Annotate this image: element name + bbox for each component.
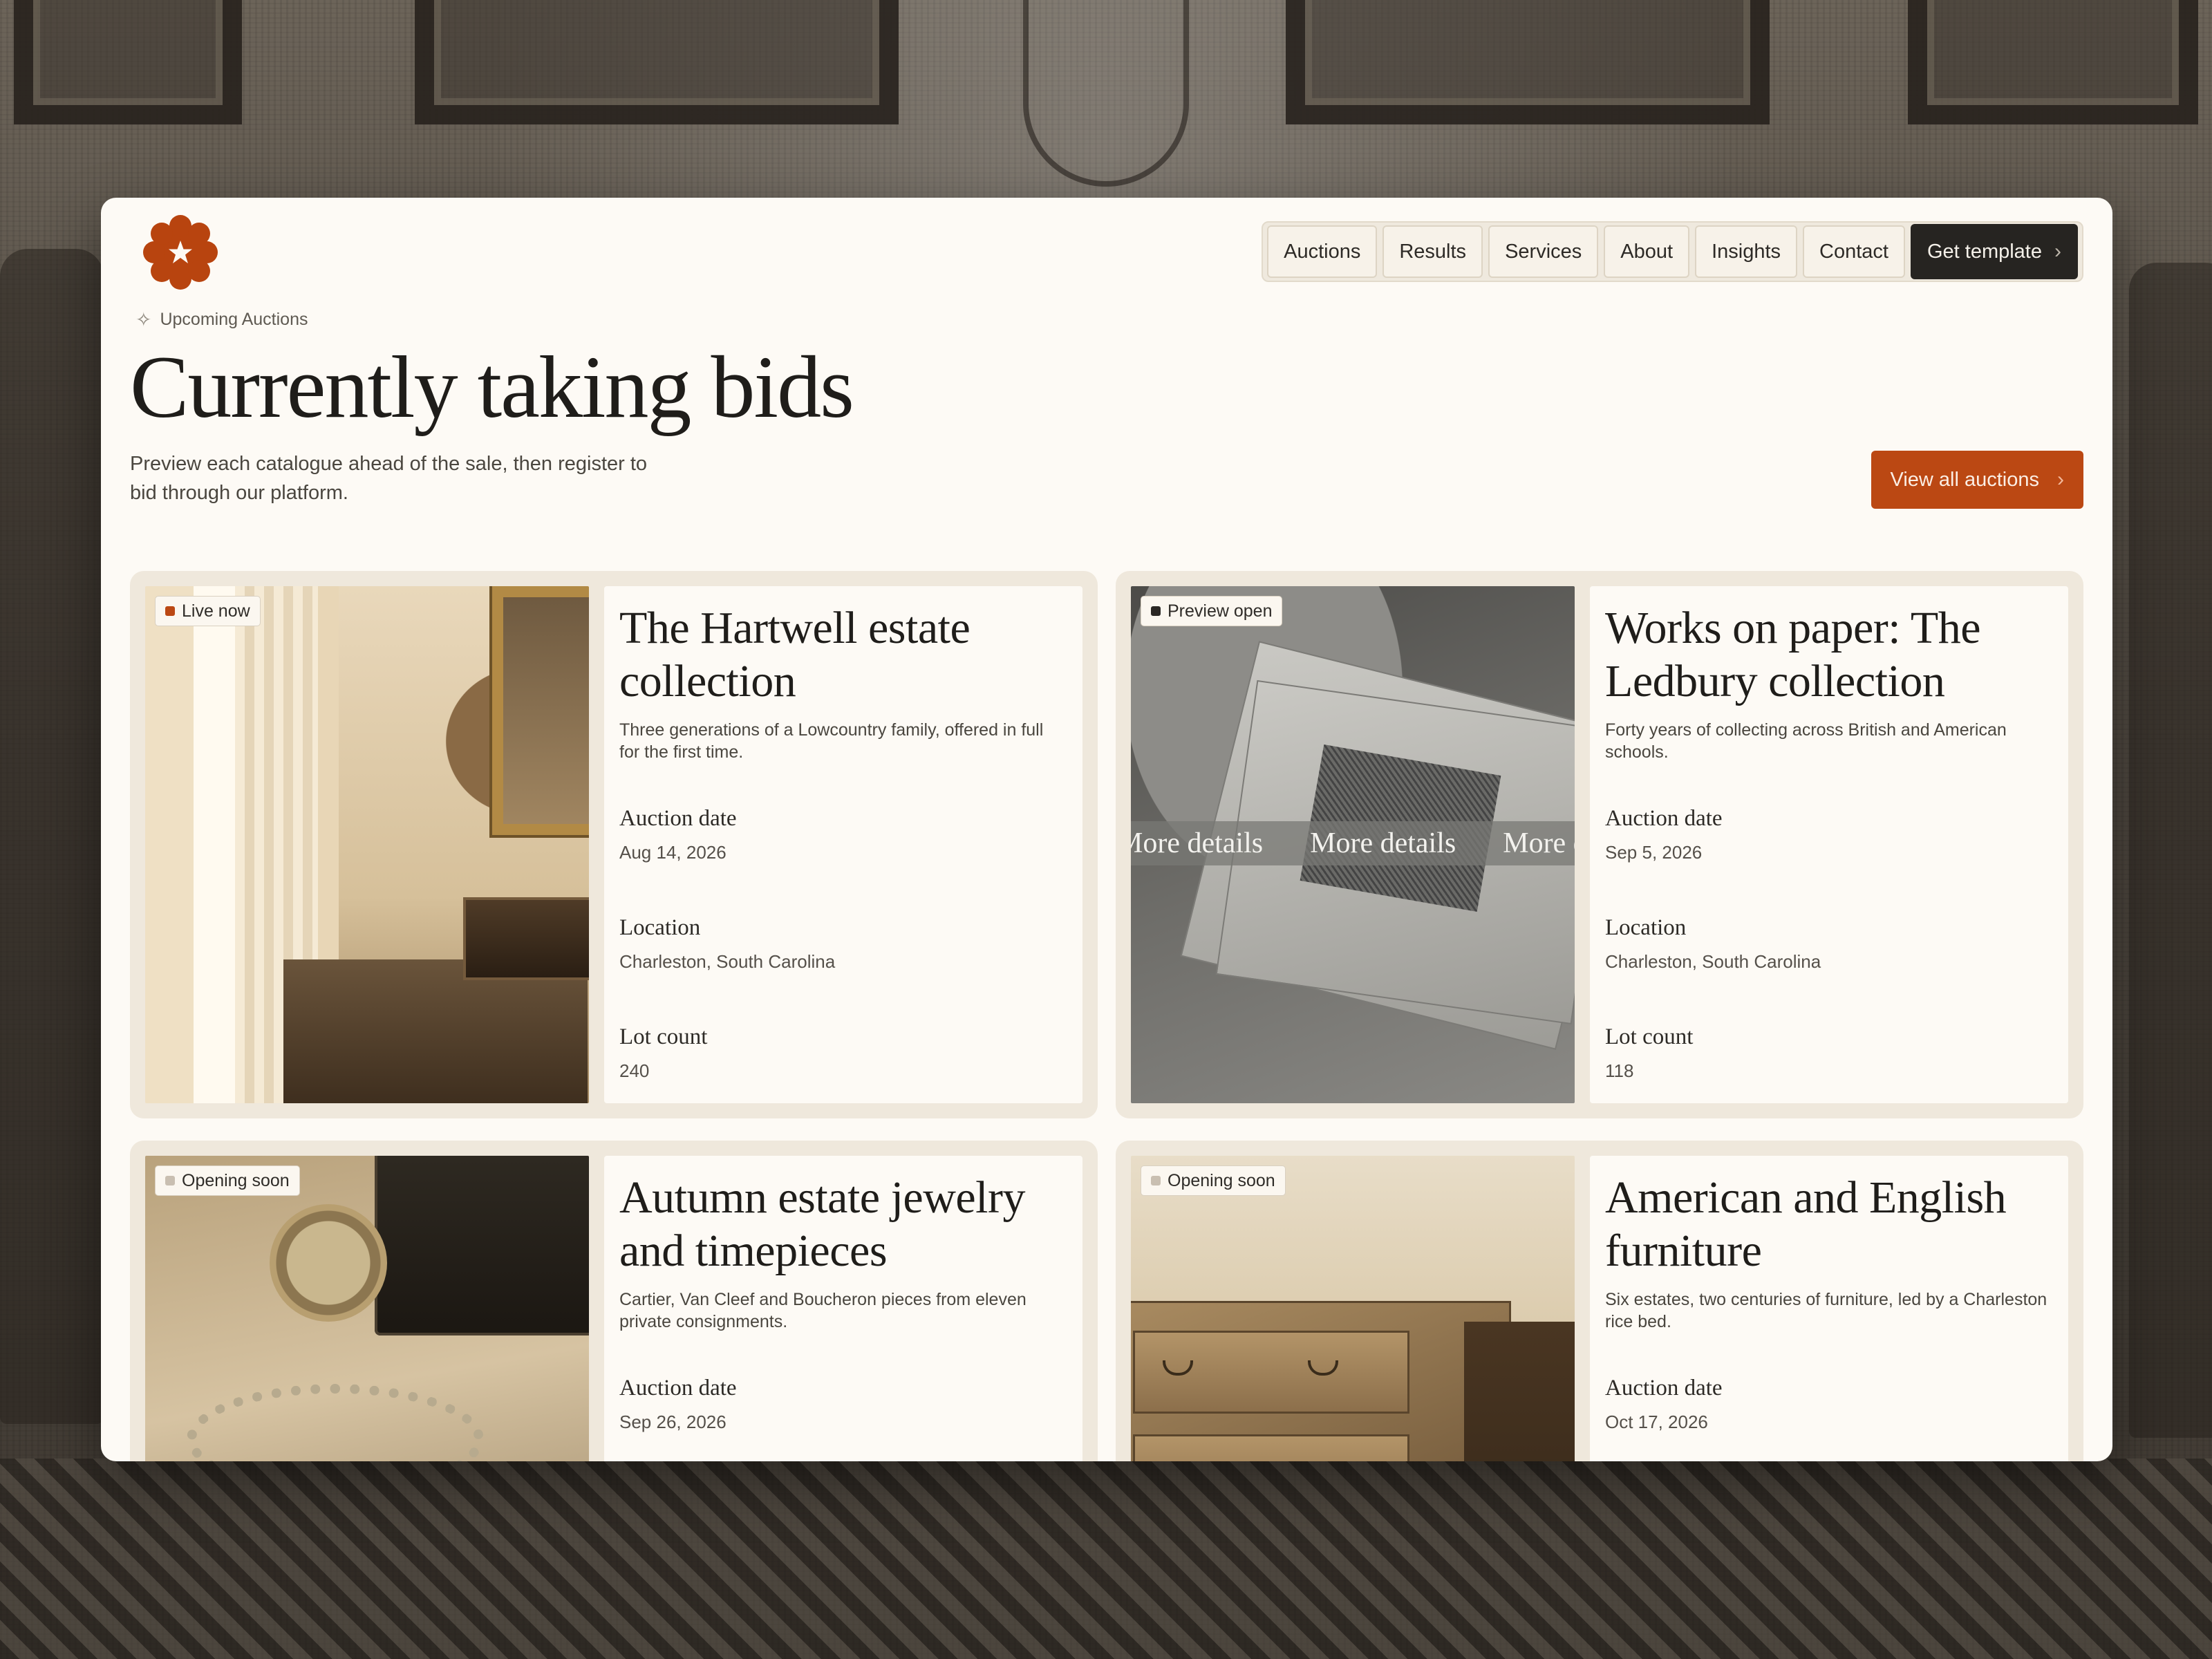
background-chandelier xyxy=(1023,0,1189,187)
status-badge-label: Opening soon xyxy=(182,1170,290,1190)
nav-item-services[interactable]: Services xyxy=(1488,225,1599,278)
get-template-label: Get template xyxy=(1927,240,2042,263)
auction-date-value: Sep 5, 2026 xyxy=(1605,842,1703,863)
nav-item-about[interactable]: About xyxy=(1604,225,1690,278)
auction-card-ledbury[interactable]: More details More details More details P… xyxy=(1116,571,2083,1118)
page-title: Currently taking bids xyxy=(130,338,854,436)
image-detail xyxy=(1133,1331,1409,1414)
status-badge-label: Live now xyxy=(182,601,250,621)
auction-card-jewelry[interactable]: Opening soon Autumn estate jewelry and t… xyxy=(130,1141,1098,1461)
auction-description: Forty years of collecting across British… xyxy=(1605,720,2007,762)
image-detail xyxy=(1131,1301,1511,1461)
auction-description: Cartier, Van Cleef and Boucheron pieces … xyxy=(619,1290,1027,1331)
more-details-text: More details xyxy=(1131,827,1264,859)
sparkle-icon: ✧ xyxy=(135,309,152,330)
top-navigation: Auctions Results Services About Insights… xyxy=(1262,221,2083,282)
view-all-auctions-button[interactable]: View all auctions › xyxy=(1871,451,2083,509)
auction-date-value: Aug 14, 2026 xyxy=(619,842,727,863)
image-detail xyxy=(1308,1360,1338,1376)
auction-date-label: Auction date xyxy=(1605,806,1723,831)
status-badge: Live now xyxy=(155,596,261,626)
background-floor xyxy=(0,1459,2212,1659)
nav-item-contact[interactable]: Contact xyxy=(1803,225,1905,278)
background-frame xyxy=(415,0,899,124)
auction-date-value: Sep 26, 2026 xyxy=(619,1412,727,1432)
auction-date-value: Oct 17, 2026 xyxy=(1605,1412,1708,1432)
eyebrow-label: Upcoming Auctions xyxy=(160,310,308,329)
image-detail xyxy=(463,897,589,980)
auction-title: Autumn estate jewelry and timepieces xyxy=(619,1172,1025,1276)
image-detail xyxy=(375,1156,589,1335)
background-frame xyxy=(1286,0,1770,124)
lot-count-label: Lot count xyxy=(619,1024,708,1049)
section-eyebrow: ✧ Upcoming Auctions xyxy=(135,308,308,331)
auction-card-hartwell[interactable]: Live now The Hartwell estate collection … xyxy=(130,571,1098,1118)
auction-description: Six estates, two centuries of furniture,… xyxy=(1605,1290,2047,1331)
image-detail xyxy=(187,1384,484,1461)
background-frame xyxy=(14,0,242,124)
lot-count-value: 240 xyxy=(619,1060,650,1081)
auction-title: The Hartwell estate collection xyxy=(619,603,971,706)
more-details-text: More details xyxy=(1310,827,1456,859)
auction-card-furniture[interactable]: Opening soon American and English furnit… xyxy=(1116,1141,2083,1461)
chevron-right-icon: › xyxy=(2057,468,2064,491)
lot-count-value: 118 xyxy=(1605,1060,1634,1081)
auction-date-label: Auction date xyxy=(619,806,737,831)
background-pillar xyxy=(0,249,104,1424)
image-detail xyxy=(270,1204,387,1322)
chevron-right-icon: › xyxy=(2054,240,2061,263)
location-value: Charleston, South Carolina xyxy=(619,951,836,972)
get-template-button[interactable]: Get template › xyxy=(1910,224,2078,279)
intro-text: Preview each catalogue ahead of the sale… xyxy=(130,453,648,504)
image-detail xyxy=(1133,1434,1409,1461)
status-dot-icon xyxy=(1151,606,1161,616)
image-detail xyxy=(492,586,589,835)
logo-icon[interactable] xyxy=(142,214,218,290)
status-dot-icon xyxy=(1151,1176,1161,1185)
status-dot-icon xyxy=(165,606,175,616)
auction-image: Opening soon xyxy=(145,1156,589,1461)
status-dot-icon xyxy=(165,1176,175,1185)
auction-image: Opening soon xyxy=(1131,1156,1575,1461)
view-all-label: View all auctions xyxy=(1890,468,2039,491)
lot-count-label: Lot count xyxy=(1605,1024,1694,1049)
auction-details: The Hartwell estate collection Three gen… xyxy=(604,586,1082,1103)
nav-item-insights[interactable]: Insights xyxy=(1695,225,1798,278)
site-window: Auctions Results Services About Insights… xyxy=(101,198,2112,1461)
auction-image: Live now xyxy=(145,586,589,1103)
nav-item-auctions[interactable]: Auctions xyxy=(1267,225,1378,278)
location-label: Location xyxy=(619,915,701,940)
auction-details: Works on paper: The Ledbury collection F… xyxy=(1590,586,2068,1103)
image-detail xyxy=(283,959,588,1103)
auction-image: More details More details More details P… xyxy=(1131,586,1575,1103)
auction-date-label: Auction date xyxy=(1605,1376,1723,1400)
auction-description: Three generations of a Lowcountry family… xyxy=(619,720,1044,762)
background-pillar xyxy=(2129,263,2212,1438)
auction-title: Works on paper: The Ledbury collection xyxy=(1605,603,1981,706)
location-label: Location xyxy=(1605,915,1687,940)
more-details-marquee[interactable]: More details More details More details xyxy=(1131,821,1575,865)
auction-title: American and English furniture xyxy=(1605,1172,2007,1276)
background-frame xyxy=(1908,0,2198,124)
status-badge: Opening soon xyxy=(155,1165,300,1196)
auction-date-label: Auction date xyxy=(619,1376,737,1400)
status-badge: Preview open xyxy=(1141,596,1283,626)
auction-details: Autumn estate jewelry and timepieces Car… xyxy=(604,1156,1082,1461)
status-badge-label: Opening soon xyxy=(1168,1170,1275,1190)
image-detail xyxy=(1163,1360,1193,1376)
nav-item-results[interactable]: Results xyxy=(1382,225,1483,278)
location-value: Charleston, South Carolina xyxy=(1605,951,1821,972)
auction-details: American and English furniture Six estat… xyxy=(1590,1156,2068,1461)
more-details-text: More details xyxy=(1503,827,1575,859)
status-badge-label: Preview open xyxy=(1168,601,1273,621)
image-detail xyxy=(1464,1322,1575,1461)
status-badge: Opening soon xyxy=(1141,1165,1286,1196)
